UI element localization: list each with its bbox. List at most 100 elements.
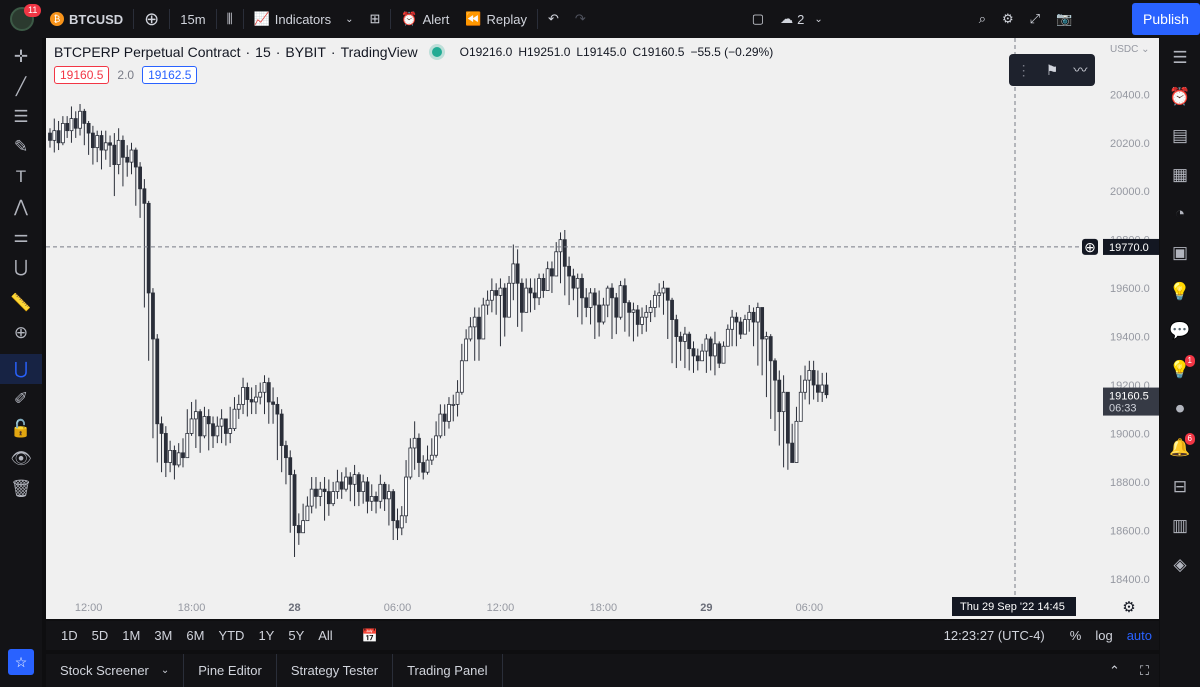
range-5y[interactable]: 5Y: [281, 628, 311, 643]
brush-icon[interactable]: ✎: [0, 132, 42, 162]
chart-type-icon[interactable]: ⫼: [219, 0, 241, 38]
tab-pine-editor[interactable]: Pine Editor: [184, 654, 277, 687]
candle: [494, 283, 499, 315]
sell-price-button[interactable]: 19160.5: [54, 66, 110, 84]
pattern-icon[interactable]: ⋀: [0, 192, 42, 222]
trend-icon[interactable]: 〰: [1073, 60, 1087, 80]
search-icon[interactable]: ⌕: [971, 0, 994, 38]
candle: [99, 130, 104, 170]
percent-toggle[interactable]: %: [1063, 628, 1089, 643]
range-1y[interactable]: 1Y: [251, 628, 281, 643]
maximize-panel-icon[interactable]: ⛶: [1130, 663, 1159, 679]
auto-toggle[interactable]: auto: [1120, 628, 1159, 643]
layers-icon[interactable]: ◈: [1160, 545, 1200, 584]
crosshair-icon[interactable]: ✛: [0, 42, 42, 72]
layout-button[interactable]: ☁ 2 ⌄: [772, 0, 831, 38]
trash-icon[interactable]: 🗑: [0, 474, 42, 504]
candle: [794, 406, 799, 463]
candle: [339, 472, 344, 499]
candle: [700, 343, 704, 362]
candlestick-chart[interactable]: 20400.020200.020000.019800.019600.019400…: [46, 38, 1159, 619]
fib-icon[interactable]: ☰: [0, 102, 42, 132]
range-3m[interactable]: 3M: [147, 628, 179, 643]
symbol-search[interactable]: ₿ BTCUSD: [42, 0, 131, 38]
candle: [326, 479, 331, 516]
candle: [412, 421, 417, 470]
undo-icon[interactable]: ↶: [540, 0, 567, 38]
redo-icon[interactable]: ↷: [567, 0, 594, 38]
clock-timezone[interactable]: 12:23:27 (UTC-4): [944, 628, 1045, 643]
magnet-icon[interactable]: ⋃: [0, 252, 42, 282]
tab-stock-screener[interactable]: Stock Screener ⌄: [46, 654, 185, 687]
alert-button[interactable]: ⏰ Alert: [393, 0, 457, 38]
data-window-icon[interactable]: ▤: [1160, 116, 1200, 155]
order-panel-icon[interactable]: ⊟: [1160, 467, 1200, 506]
log-toggle[interactable]: log: [1088, 628, 1119, 643]
camera-icon[interactable]: 📷: [1048, 0, 1080, 38]
drag-handle-icon[interactable]: ⋮: [1017, 62, 1031, 79]
candle: [374, 491, 378, 514]
streams-icon[interactable]: ⏺: [1160, 389, 1200, 428]
interval-button[interactable]: 15m: [172, 0, 213, 38]
gear-icon[interactable]: ⚙: [994, 0, 1022, 38]
candle: [601, 297, 606, 325]
candle: [498, 278, 503, 347]
candle: [112, 133, 117, 197]
range-6m[interactable]: 6M: [179, 628, 211, 643]
tab-trading-panel[interactable]: Trading Panel: [393, 654, 503, 687]
buy-price-button[interactable]: 19162.5: [142, 66, 198, 84]
lock-icon[interactable]: 🔓: [0, 414, 42, 444]
bell-icon[interactable]: 🔔 6: [1160, 428, 1200, 467]
prediction-icon[interactable]: ⚌: [0, 222, 42, 252]
hotlist-icon[interactable]: ◔: [1160, 194, 1200, 233]
zoom-in-icon[interactable]: ⊕: [0, 318, 42, 348]
candle: [558, 232, 563, 284]
publish-button[interactable]: Publish: [1132, 3, 1200, 35]
tab-strategy-tester[interactable]: Strategy Tester: [277, 654, 394, 687]
collapse-panel-icon[interactable]: ⌃: [1099, 663, 1130, 679]
range-all[interactable]: All: [311, 628, 339, 643]
alarm-clock-icon[interactable]: ⏰: [1160, 77, 1200, 116]
eye-icon[interactable]: 👁: [0, 444, 42, 474]
range-1m[interactable]: 1M: [115, 628, 147, 643]
trendline-icon[interactable]: ╱: [0, 72, 42, 102]
lock-pencil-icon[interactable]: ✐: [0, 384, 42, 414]
templates-icon[interactable]: ⊞: [362, 0, 389, 38]
flag-icon[interactable]: ⚑: [1046, 62, 1059, 79]
candle: [665, 287, 670, 339]
dom-icon[interactable]: ▥: [1160, 506, 1200, 545]
candle: [91, 125, 95, 165]
range-ytd[interactable]: YTD: [211, 628, 251, 643]
candle: [687, 331, 692, 371]
candle: [176, 443, 181, 468]
text-icon[interactable]: T: [0, 162, 42, 192]
lightbulb-icon[interactable]: 💡: [1160, 272, 1200, 311]
candle: [695, 348, 700, 371]
cloud-icon: ☁: [780, 11, 794, 26]
candle: [108, 135, 112, 167]
ruler-icon[interactable]: 📏: [0, 288, 42, 318]
calendar-icon[interactable]: ▣: [1160, 233, 1200, 272]
compare-add-icon[interactable]: ⊕: [136, 0, 167, 38]
candle: [129, 142, 134, 175]
ideas-icon[interactable]: 💡 1: [1160, 350, 1200, 389]
magnet-mode-icon[interactable]: ⋃: [0, 354, 42, 384]
range-5d[interactable]: 5D: [85, 628, 116, 643]
expand-icon[interactable]: ⤢: [1022, 0, 1048, 38]
candle: [318, 481, 323, 507]
candle: [232, 397, 237, 432]
favorites-star-icon[interactable]: ☆: [8, 649, 34, 675]
candle: [292, 469, 297, 557]
chart-panel[interactable]: 20400.020200.020000.019800.019600.019400…: [46, 38, 1159, 619]
goto-date-icon[interactable]: 📅: [362, 628, 378, 644]
watchlist-icon[interactable]: ☰: [1160, 38, 1200, 77]
indicators-button[interactable]: 📈 Indicators ⌄: [246, 0, 362, 38]
chat-icon[interactable]: 💬: [1160, 311, 1200, 350]
replay-button[interactable]: ⏪ Replay: [457, 0, 535, 38]
fullscreen-layout-icon[interactable]: ▢: [744, 0, 772, 38]
news-icon[interactable]: ▦: [1160, 155, 1200, 194]
candle: [803, 365, 807, 400]
range-1d[interactable]: 1D: [54, 628, 85, 643]
candle: [622, 278, 627, 332]
candle: [614, 292, 619, 335]
